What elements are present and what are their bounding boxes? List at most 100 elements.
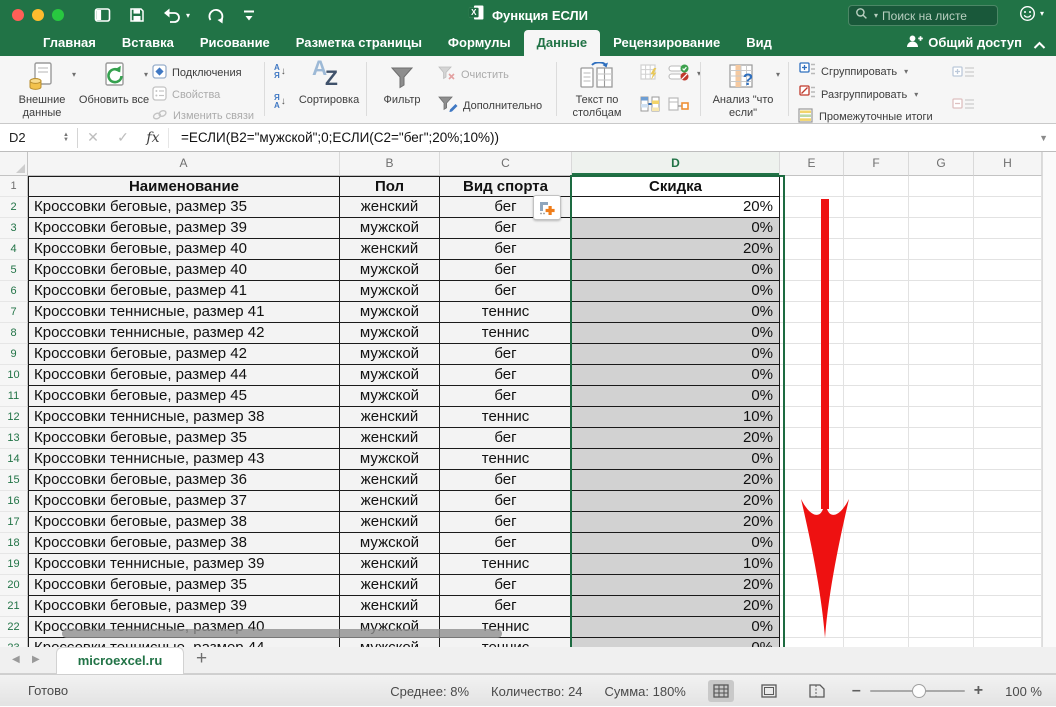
cell-G22[interactable]: [909, 617, 974, 638]
cell-F9[interactable]: [844, 344, 909, 365]
cell-F10[interactable]: [844, 365, 909, 386]
cell-G21[interactable]: [909, 596, 974, 617]
cell-F7[interactable]: [844, 302, 909, 323]
sidebar-toggle-icon[interactable]: [94, 7, 112, 23]
cell-G4[interactable]: [909, 239, 974, 260]
cell-C8[interactable]: теннис: [440, 323, 572, 344]
cell-C18[interactable]: бег: [440, 533, 572, 554]
cell-A3[interactable]: Кроссовки беговые, размер 39: [28, 218, 340, 239]
cell-B18[interactable]: мужской: [340, 533, 440, 554]
row-header-6[interactable]: 6: [0, 281, 28, 302]
cell-B17[interactable]: женский: [340, 512, 440, 533]
close-window-button[interactable]: [12, 9, 24, 21]
row-header-15[interactable]: 15: [0, 470, 28, 491]
name-box[interactable]: D2: [0, 130, 63, 145]
cell-E3[interactable]: [780, 218, 844, 239]
cell-E20[interactable]: [780, 575, 844, 596]
cell-A5[interactable]: Кроссовки беговые, размер 40: [28, 260, 340, 281]
cell-E14[interactable]: [780, 449, 844, 470]
page-layout-view-button[interactable]: [756, 680, 782, 702]
cell-C19[interactable]: теннис: [440, 554, 572, 575]
row-header-14[interactable]: 14: [0, 449, 28, 470]
zoom-slider[interactable]: [870, 690, 965, 692]
cell-D1[interactable]: Скидка: [572, 176, 780, 197]
cell-A4[interactable]: Кроссовки беговые, размер 40: [28, 239, 340, 260]
cell-B16[interactable]: женский: [340, 491, 440, 512]
row-header-9[interactable]: 9: [0, 344, 28, 365]
collapse-ribbon-chevron[interactable]: [1033, 37, 1046, 55]
cell-G13[interactable]: [909, 428, 974, 449]
minimize-window-button[interactable]: [32, 9, 44, 21]
row-header-13[interactable]: 13: [0, 428, 28, 449]
row-header-4[interactable]: 4: [0, 239, 28, 260]
formula-input[interactable]: =ЕСЛИ(B2="мужской";0;ЕСЛИ(C2="бег";20%;1…: [181, 130, 499, 145]
cell-F3[interactable]: [844, 218, 909, 239]
page-break-view-button[interactable]: [804, 680, 830, 702]
cell-A16[interactable]: Кроссовки беговые, размер 37: [28, 491, 340, 512]
tab-главная[interactable]: Главная: [30, 30, 109, 56]
search-scope-dropdown-icon[interactable]: ▾: [874, 11, 878, 20]
cell-E9[interactable]: [780, 344, 844, 365]
cell-G8[interactable]: [909, 323, 974, 344]
cell-D4[interactable]: 20%: [572, 239, 780, 260]
cell-C14[interactable]: теннис: [440, 449, 572, 470]
cell-G15[interactable]: [909, 470, 974, 491]
cell-D11[interactable]: 0%: [572, 386, 780, 407]
show-detail-button[interactable]: [952, 64, 976, 80]
cell-G20[interactable]: [909, 575, 974, 596]
tab-вставка[interactable]: Вставка: [109, 30, 187, 56]
cell-D20[interactable]: 20%: [572, 575, 780, 596]
cell-G17[interactable]: [909, 512, 974, 533]
horizontal-scrollbar-thumb[interactable]: [62, 629, 502, 638]
cell-A12[interactable]: Кроссовки теннисные, размер 38: [28, 407, 340, 428]
what-if-dropdown-icon[interactable]: ▾: [776, 70, 780, 79]
cell-C7[interactable]: теннис: [440, 302, 572, 323]
cell-B10[interactable]: мужской: [340, 365, 440, 386]
cell-F5[interactable]: [844, 260, 909, 281]
cell-D2[interactable]: 20%: [572, 197, 780, 218]
cell-G3[interactable]: [909, 218, 974, 239]
cell-D12[interactable]: 10%: [572, 407, 780, 428]
column-header-F[interactable]: F: [844, 152, 909, 176]
zoom-slider-thumb[interactable]: [912, 684, 926, 698]
cell-D5[interactable]: 0%: [572, 260, 780, 281]
cell-E19[interactable]: [780, 554, 844, 575]
cell-C10[interactable]: бег: [440, 365, 572, 386]
cell-H4[interactable]: [974, 239, 1042, 260]
hide-detail-button[interactable]: [952, 96, 976, 112]
cell-B3[interactable]: мужской: [340, 218, 440, 239]
row-header-17[interactable]: 17: [0, 512, 28, 533]
cell-H3[interactable]: [974, 218, 1042, 239]
cell-H11[interactable]: [974, 386, 1042, 407]
cell-B5[interactable]: мужской: [340, 260, 440, 281]
tab-рецензирование[interactable]: Рецензирование: [600, 30, 733, 56]
cell-A6[interactable]: Кроссовки беговые, размер 41: [28, 281, 340, 302]
cell-D8[interactable]: 0%: [572, 323, 780, 344]
cell-B21[interactable]: женский: [340, 596, 440, 617]
group-button[interactable]: Сгруппировать ▾: [798, 62, 908, 81]
cell-C15[interactable]: бег: [440, 470, 572, 491]
data-validation-button[interactable]: ▾: [668, 64, 701, 82]
relationships-button[interactable]: [668, 96, 690, 112]
cell-H16[interactable]: [974, 491, 1042, 512]
autofill-options-button[interactable]: [533, 195, 561, 220]
flash-fill-button[interactable]: [640, 64, 660, 82]
cell-B4[interactable]: женский: [340, 239, 440, 260]
cell-G18[interactable]: [909, 533, 974, 554]
cell-G19[interactable]: [909, 554, 974, 575]
row-header-16[interactable]: 16: [0, 491, 28, 512]
cell-D14[interactable]: 0%: [572, 449, 780, 470]
cell-G1[interactable]: [909, 176, 974, 197]
zoom-in-button[interactable]: +: [974, 682, 983, 700]
cell-A2[interactable]: Кроссовки беговые, размер 35: [28, 197, 340, 218]
qat-options-icon[interactable]: [242, 8, 256, 22]
cell-E7[interactable]: [780, 302, 844, 323]
cell-G7[interactable]: [909, 302, 974, 323]
cell-H6[interactable]: [974, 281, 1042, 302]
tab-данные[interactable]: Данные: [524, 30, 601, 56]
cell-H21[interactable]: [974, 596, 1042, 617]
cell-H18[interactable]: [974, 533, 1042, 554]
cell-F17[interactable]: [844, 512, 909, 533]
row-header-19[interactable]: 19: [0, 554, 28, 575]
share-button[interactable]: Общий доступ: [906, 34, 1022, 51]
